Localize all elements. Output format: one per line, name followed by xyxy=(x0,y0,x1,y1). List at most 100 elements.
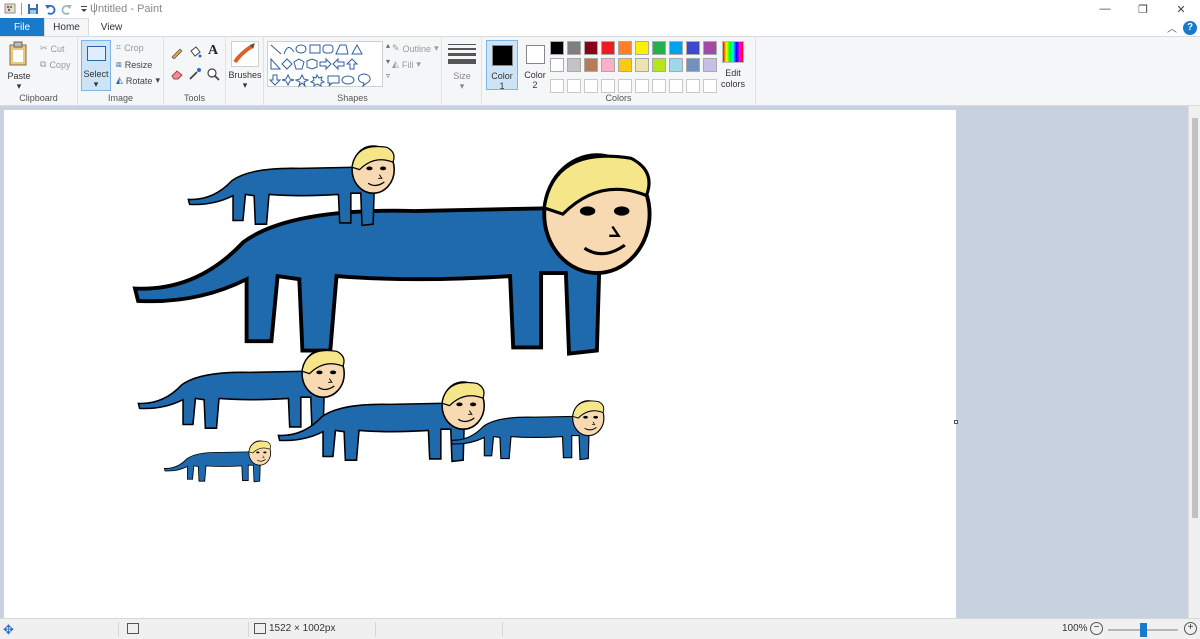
palette-swatch[interactable] xyxy=(669,58,683,72)
quick-access-toolbar xyxy=(4,2,95,15)
copy-button[interactable]: ⧉ Copy xyxy=(40,59,70,70)
palette-swatch[interactable] xyxy=(635,58,649,72)
magnifier-icon[interactable] xyxy=(206,67,220,81)
outline-dropdown-icon: ▾ xyxy=(434,43,439,53)
zoom-out-button[interactable]: − xyxy=(1090,622,1103,635)
small-cat-man xyxy=(163,440,272,483)
custom-color-slot[interactable] xyxy=(652,79,666,93)
rotate-button[interactable]: ◭ Rotate ▾ xyxy=(116,75,160,86)
image-group: Select ▾ ⌗ Crop ⧈ Resize ◭ Rotate ▾ Imag… xyxy=(78,37,164,105)
vertical-scrollbar[interactable] xyxy=(1188,106,1200,618)
cut-button[interactable]: ✂ Cut xyxy=(40,43,65,54)
outline-label: Outline xyxy=(402,43,432,54)
tools-label: Tools xyxy=(183,93,205,103)
select-button[interactable]: Select ▾ xyxy=(81,40,111,91)
color2-button[interactable]: Color 2 xyxy=(520,40,552,90)
custom-color-slot[interactable] xyxy=(550,79,564,93)
custom-color-slot[interactable] xyxy=(584,79,598,93)
brushes-icon[interactable] xyxy=(231,41,259,67)
human-head xyxy=(441,381,486,430)
palette-swatch[interactable] xyxy=(703,41,717,55)
fill-button[interactable]: ◭ Fill ▾ xyxy=(392,59,421,70)
palette-swatch[interactable] xyxy=(669,41,683,55)
tab-home[interactable]: Home xyxy=(44,18,89,36)
paste-icon[interactable] xyxy=(8,41,30,67)
palette-swatch[interactable] xyxy=(550,41,564,55)
palette-swatch[interactable] xyxy=(567,41,581,55)
human-head xyxy=(248,440,272,466)
palette-swatch[interactable] xyxy=(601,58,615,72)
palette-swatch[interactable] xyxy=(601,41,615,55)
custom-color-slot[interactable] xyxy=(686,79,700,93)
palette-swatch[interactable] xyxy=(635,41,649,55)
palette-swatch[interactable] xyxy=(618,58,632,72)
outline-button[interactable]: ✎ Outline ▾ xyxy=(392,43,439,54)
brushes-dropdown-icon[interactable]: ▾ xyxy=(241,80,249,91)
shapes-gallery-icons xyxy=(268,43,371,88)
custom-color-slot[interactable] xyxy=(618,79,632,93)
color1-button[interactable]: Color 1 xyxy=(486,40,518,91)
save-icon[interactable] xyxy=(26,2,39,15)
tab-view[interactable]: View xyxy=(89,18,134,36)
size-dropdown-icon[interactable]: ▾ xyxy=(458,81,466,92)
text-tool-icon[interactable]: A xyxy=(206,43,220,58)
palette-swatch[interactable] xyxy=(652,41,666,55)
divider xyxy=(21,2,22,15)
palette-swatch[interactable] xyxy=(686,58,700,72)
size-icon[interactable] xyxy=(448,42,476,68)
palette-swatch[interactable] xyxy=(584,41,598,55)
size-label[interactable]: Size xyxy=(442,71,482,81)
zoom-slider-thumb[interactable] xyxy=(1140,623,1147,637)
tab-file[interactable]: File xyxy=(0,18,44,36)
redo-icon[interactable] xyxy=(60,2,73,15)
shapes-gallery[interactable] xyxy=(267,41,383,88)
shapes-scroll-up[interactable]: ▴ xyxy=(386,41,390,50)
palette-swatch[interactable] xyxy=(618,41,632,55)
paste-button[interactable]: Paste xyxy=(0,71,38,81)
canvas[interactable] xyxy=(4,110,956,618)
fill-bucket-icon[interactable] xyxy=(188,45,202,59)
brushes-label[interactable]: Brushes xyxy=(226,70,264,80)
shapes-expand[interactable]: ▿ xyxy=(386,71,390,80)
custom-color-slot[interactable] xyxy=(635,79,649,93)
size-group: Size ▾ xyxy=(442,37,482,105)
colors-group: Color 1 Color 2 Edit colors Colors xyxy=(482,37,756,105)
canvas-resize-handle[interactable] xyxy=(954,420,958,424)
color2-label: Color xyxy=(524,70,546,80)
palette-swatch[interactable] xyxy=(652,58,666,72)
collapse-ribbon-icon[interactable]: ︿ xyxy=(1167,20,1177,35)
vertical-scroll-thumb[interactable] xyxy=(1192,118,1198,518)
palette-swatch[interactable] xyxy=(550,58,564,72)
minimize-button[interactable]: — xyxy=(1086,0,1124,18)
clipboard-label: Clipboard xyxy=(19,93,58,103)
paste-dropdown-icon[interactable]: ▾ xyxy=(15,81,23,92)
custom-color-slot[interactable] xyxy=(669,79,683,93)
custom-color-slot[interactable] xyxy=(567,79,581,93)
resize-button[interactable]: ⧈ Resize xyxy=(116,59,152,70)
pencil-icon[interactable] xyxy=(170,45,184,59)
title-bar: Untitled - Paint — ❐ ✕ xyxy=(0,0,1200,18)
selection-size-icon xyxy=(127,623,139,634)
crop-button[interactable]: ⌗ Crop xyxy=(116,42,144,53)
rotate-dropdown-icon: ▾ xyxy=(155,75,160,85)
customize-qat-icon[interactable] xyxy=(77,2,90,15)
color-picker-icon[interactable] xyxy=(188,67,202,81)
edit-colors-icon[interactable] xyxy=(722,41,744,63)
palette-swatch[interactable] xyxy=(686,41,700,55)
edit-colors-button[interactable]: Edit colors xyxy=(714,68,752,90)
custom-color-slot[interactable] xyxy=(601,79,615,93)
copy-label: Copy xyxy=(49,59,71,70)
help-icon[interactable]: ? xyxy=(1183,20,1197,35)
zoom-in-button[interactable]: + xyxy=(1184,622,1197,635)
palette-swatch[interactable] xyxy=(567,58,581,72)
shapes-scroll-down[interactable]: ▾ xyxy=(386,57,390,66)
eraser-icon[interactable] xyxy=(170,67,184,81)
workspace xyxy=(0,106,1200,618)
move-cursor-icon: ✥ xyxy=(3,622,14,637)
close-button[interactable]: ✕ xyxy=(1162,0,1200,18)
color2-number: 2 xyxy=(532,80,538,90)
restore-button[interactable]: ❐ xyxy=(1124,0,1162,18)
top-cat-man xyxy=(187,145,396,227)
palette-swatch[interactable] xyxy=(584,58,598,72)
undo-icon[interactable] xyxy=(43,2,56,15)
